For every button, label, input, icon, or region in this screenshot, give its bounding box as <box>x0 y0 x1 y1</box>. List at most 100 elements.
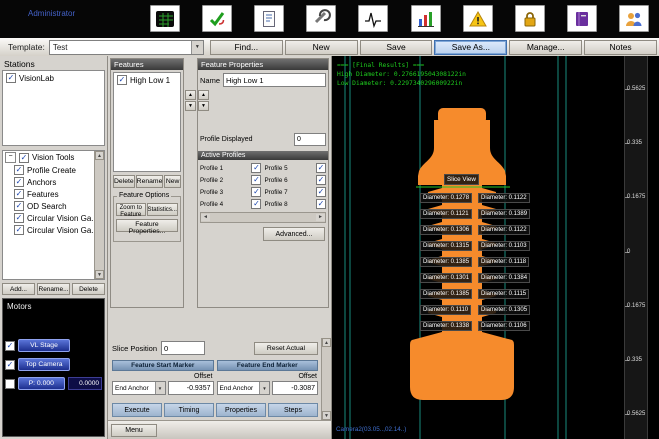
motor-checkbox[interactable] <box>5 379 15 389</box>
profile-checkbox[interactable]: ✓ <box>251 187 261 197</box>
spin-down-icon[interactable]: ▼ <box>185 101 196 111</box>
scroll-down-icon[interactable]: ▼ <box>95 270 104 279</box>
station-checkbox[interactable]: ✓ <box>6 73 16 83</box>
rename-button[interactable]: Rename <box>136 175 164 188</box>
end-anchor-select[interactable]: End Anchor ▼ <box>217 381 271 395</box>
tool-item-features[interactable]: ✓Features <box>12 188 104 200</box>
vision-tools-root-item[interactable]: − ✓ Vision Tools <box>3 151 104 164</box>
scroll-right-icon[interactable]: ► <box>316 214 325 221</box>
zoom-to-feature-button[interactable]: Zoom to Feature <box>116 203 146 216</box>
stations-list[interactable]: ✓VisionLab <box>2 70 105 146</box>
live-view-button[interactable] <box>150 5 180 32</box>
spin-down-icon[interactable]: ▼ <box>198 101 209 111</box>
manage-button[interactable]: Manage... <box>509 40 582 55</box>
vision-tools-tree[interactable]: − ✓ Vision Tools ✓Profile Create✓Anchors… <box>2 150 105 280</box>
profile-item[interactable]: Profile 7✓ <box>264 187 326 197</box>
vision-tools-checkbox[interactable]: ✓ <box>19 153 29 163</box>
profile-displayed-field[interactable] <box>294 133 326 146</box>
vl-stage-button[interactable]: VL Stage <box>18 339 70 352</box>
profile-item[interactable]: Profile 8✓ <box>264 199 326 209</box>
measurement-viewport[interactable]: === [Final Results] ===High Diameter: 0.… <box>332 56 659 439</box>
menu-button[interactable]: Menu <box>111 424 157 437</box>
report-button[interactable] <box>254 5 284 32</box>
properties-button[interactable]: Properties <box>216 403 266 417</box>
profile-checkbox[interactable]: ✓ <box>251 175 261 185</box>
save-as-button[interactable]: Save As... <box>434 40 507 55</box>
scroll-up-icon[interactable]: ▲ <box>95 151 104 160</box>
lock-button[interactable] <box>515 5 545 32</box>
tool-checkbox[interactable]: ✓ <box>14 225 24 235</box>
tool-item-anchors[interactable]: ✓Anchors <box>12 176 104 188</box>
p-0-000-button[interactable]: P: 0.000 <box>18 377 65 390</box>
tool-item-circular-vision-ga[interactable]: ✓Circular Vision Ga... <box>12 224 104 236</box>
rename-button[interactable]: Rename... <box>37 283 70 295</box>
profile-item[interactable]: Profile 2✓ <box>200 175 262 185</box>
profile-item[interactable]: Profile 3✓ <box>200 187 262 197</box>
end-offset-field[interactable] <box>272 381 318 395</box>
reset-actual-button[interactable]: Reset Actual <box>254 342 318 355</box>
start-offset-field[interactable] <box>168 381 214 395</box>
feature-item[interactable]: ✓High Low 1 <box>115 74 179 86</box>
profile-checkbox[interactable]: ✓ <box>251 199 261 209</box>
profile-item[interactable]: Profile 4✓ <box>200 199 262 209</box>
top-camera-button[interactable]: Top Camera <box>18 358 70 371</box>
delete-button[interactable]: Delete <box>113 175 135 188</box>
slice-position-field[interactable] <box>161 341 205 355</box>
scroll-up-icon[interactable]: ▲ <box>322 338 331 347</box>
new-button[interactable]: New <box>285 40 358 55</box>
users-button[interactable] <box>619 5 649 32</box>
statistics-button[interactable]: Statistics... <box>147 203 178 216</box>
profile-checkbox[interactable]: ✓ <box>316 163 326 173</box>
tool-item-profile-create[interactable]: ✓Profile Create <box>12 164 104 176</box>
delete-button[interactable]: Delete <box>72 283 105 295</box>
save-button[interactable]: Save <box>360 40 433 55</box>
tool-checkbox[interactable]: ✓ <box>14 213 24 223</box>
execute-button[interactable]: Execute <box>112 403 162 417</box>
timing-button[interactable]: Timing <box>164 403 214 417</box>
waveform-button[interactable] <box>358 5 388 32</box>
start-anchor-select[interactable]: End Anchor ▼ <box>112 381 166 395</box>
chevron-down-icon[interactable]: ▼ <box>191 41 203 54</box>
feature-name-field[interactable] <box>223 73 326 87</box>
profile-item[interactable]: Profile 5✓ <box>264 163 326 173</box>
advanced-button[interactable]: Advanced... <box>263 227 325 241</box>
motor-checkbox[interactable]: ✓ <box>5 360 15 370</box>
add-button[interactable]: Add... <box>2 283 35 295</box>
steps-button[interactable]: Steps <box>268 403 318 417</box>
new-button[interactable]: New <box>164 175 181 188</box>
collapse-icon[interactable]: − <box>5 152 16 163</box>
station-item[interactable]: ✓VisionLab <box>4 72 103 84</box>
chevron-down-icon[interactable]: ▼ <box>259 382 269 394</box>
template-select[interactable]: Test ▼ <box>49 40 204 55</box>
chevron-down-icon[interactable]: ▼ <box>155 382 165 394</box>
feature-properties-button[interactable]: Feature Properties... <box>116 219 178 232</box>
tool-checkbox[interactable]: ✓ <box>14 189 24 199</box>
notes-button[interactable]: Notes <box>584 40 657 55</box>
profile-item[interactable]: Profile 6✓ <box>264 175 326 185</box>
slice-scrollbar[interactable]: ▲ ▼ <box>321 338 331 420</box>
bar-chart-button[interactable] <box>411 5 441 32</box>
motor-checkbox[interactable]: ✓ <box>5 341 15 351</box>
profile-checkbox[interactable]: ✓ <box>316 187 326 197</box>
profile-checkbox[interactable]: ✓ <box>316 199 326 209</box>
find-button[interactable]: Find... <box>210 40 283 55</box>
run-check-button[interactable] <box>202 5 232 32</box>
warning-button[interactable] <box>463 5 493 32</box>
scroll-down-icon[interactable]: ▼ <box>322 411 331 420</box>
scroll-left-icon[interactable]: ◄ <box>201 214 210 221</box>
profile-checkbox[interactable]: ✓ <box>251 163 261 173</box>
tool-checkbox[interactable]: ✓ <box>14 165 24 175</box>
tree-scrollbar[interactable]: ▲ ▼ <box>94 151 104 279</box>
tool-checkbox[interactable]: ✓ <box>14 201 24 211</box>
spin-up-icon[interactable]: ▲ <box>185 90 196 100</box>
profile-item[interactable]: Profile 1✓ <box>200 163 262 173</box>
profiles-scrollbar[interactable]: ◄ ► <box>200 212 326 223</box>
tool-item-od-search[interactable]: ✓OD Search <box>12 200 104 212</box>
tool-checkbox[interactable]: ✓ <box>14 177 24 187</box>
manual-book-button[interactable] <box>567 5 597 32</box>
tool-item-circular-vision-ga[interactable]: ✓Circular Vision Ga... <box>12 212 104 224</box>
features-list[interactable]: ✓High Low 1 <box>113 72 181 172</box>
profile-checkbox[interactable]: ✓ <box>316 175 326 185</box>
micrometer-button[interactable] <box>306 5 336 32</box>
spin-up-icon[interactable]: ▲ <box>198 90 209 100</box>
